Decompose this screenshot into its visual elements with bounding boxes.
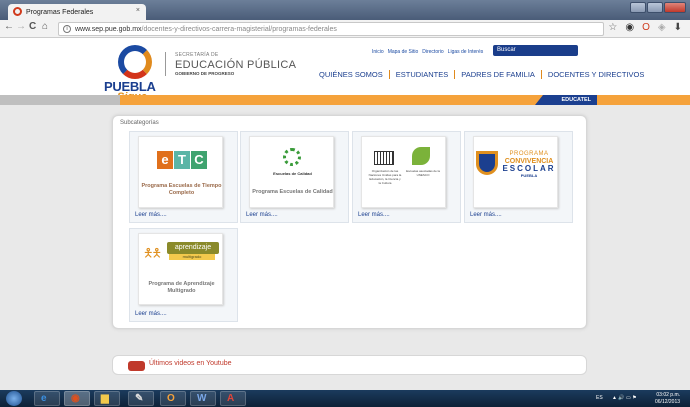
home-icon[interactable]: ⌂ [42, 21, 48, 32]
language-indicator[interactable]: ES [596, 395, 603, 401]
unesco-leaf-icon [412, 147, 430, 165]
chrome-taskbar-icon[interactable]: ◉ [64, 391, 90, 406]
aprendizaje-logo-text: aprendizaje [167, 242, 219, 254]
card-caption: Programa Escuelas de Calidad [252, 189, 333, 195]
tab-close-icon[interactable]: × [136, 7, 140, 14]
clock-time: 03:02 p.m. [656, 392, 681, 398]
url-domain: www.sep.pue.gob.mx [75, 25, 142, 33]
convivencia-logo-text: PROGRAMA CONVIVENCIA ESCOLAR PUEBLA [502, 151, 556, 178]
menu-item-quienes-somos[interactable]: QUIÉNES SOMOS [313, 70, 390, 79]
convivencia-shield-icon [476, 151, 498, 175]
children-figures-icon: 🯅🯅 [143, 246, 162, 260]
main-menu: QUIÉNES SOMOS ESTUDIANTES PADRES DE FAMI… [313, 70, 650, 79]
calidad-logo-icon [283, 148, 301, 166]
card-aprendizaje-multigrado: 🯅🯅 aprendizaje multigrado Programa de Ap… [129, 228, 238, 322]
youtube-icon[interactable] [128, 361, 145, 371]
explorer-taskbar-icon[interactable]: ▆ [94, 391, 120, 406]
puebla-logo-icon[interactable] [118, 45, 152, 79]
extension-icon[interactable]: ◉ [625, 22, 634, 33]
close-window-button[interactable] [664, 2, 686, 13]
read-more-link[interactable]: Leer más.... [135, 212, 167, 218]
card-unesco-image[interactable]: Organización de las Naciones Unidas para… [361, 136, 446, 208]
opera-extension-icon[interactable]: O [642, 22, 650, 33]
outlook-taskbar-icon[interactable]: O [160, 391, 186, 406]
url-path: /docentes-y-directivos-carrera-magisteri… [141, 25, 337, 33]
tab-favicon-icon [13, 7, 22, 16]
back-arrow-icon[interactable]: ← [4, 21, 14, 32]
card-escuelas-calidad: Escuelas de Calidad Programa Escuelas de… [240, 131, 349, 223]
gobierno-label: GOBIERNO DE PROGRESO [175, 71, 235, 76]
etc-logo-icon: e T C [157, 151, 207, 169]
shield-extension-icon[interactable]: ◈ [658, 22, 666, 33]
menu-item-docentes[interactable]: DOCENTES Y DIRECTIVOS [542, 70, 650, 79]
unesco-org-text: Organización de las Naciones Unidas para… [368, 169, 402, 185]
bookmark-star-icon[interactable]: ☆ [608, 22, 617, 33]
youtube-link[interactable]: Últimos videos en Youtube [149, 360, 232, 367]
card-caption: Programa Escuelas de Tiempo Completo [141, 183, 222, 196]
secretaria-title: EDUCACIÓN PÚBLICA [175, 59, 297, 71]
card-multigrado-image[interactable]: 🯅🯅 aprendizaje multigrado Programa de Ap… [138, 233, 223, 305]
word-taskbar-icon[interactable]: W [190, 391, 216, 406]
forward-arrow-icon[interactable]: → [16, 21, 26, 32]
unesco-schools-text: Escuelas asociadas de la UNESCO [406, 169, 440, 177]
header-divider [165, 52, 166, 76]
calidad-logo-text: Escuelas de Calidad [273, 171, 312, 176]
read-more-link[interactable]: Leer más.... [246, 212, 278, 218]
reload-icon[interactable]: C [29, 21, 36, 32]
subcategories-heading: Subcategorías [120, 120, 159, 126]
top-link-ligas[interactable]: Ligas de Interés [448, 49, 484, 55]
card-tiempo-completo: e T C Programa Escuelas de Tiempo Comple… [129, 131, 238, 223]
top-link-mapa[interactable]: Mapa de Sitio [388, 49, 419, 55]
download-extension-icon[interactable]: ⬇ [674, 22, 682, 33]
browser-tab[interactable]: Programas Federales × [8, 4, 146, 20]
educatel-link[interactable]: EDUCATEL [535, 95, 597, 105]
card-convivencia-image[interactable]: PROGRAMA CONVIVENCIA ESCOLAR PUEBLA [473, 136, 558, 208]
minimize-button[interactable] [630, 2, 646, 13]
info-icon[interactable]: i [63, 25, 71, 33]
ie-taskbar-icon[interactable]: e [34, 391, 60, 406]
start-button-icon[interactable] [6, 391, 22, 406]
unesco-temple-icon [374, 151, 394, 165]
top-links: Inicio Mapa de Sitio Directorio Ligas de… [372, 49, 483, 55]
menu-item-estudiantes[interactable]: ESTUDIANTES [390, 70, 456, 79]
paint-taskbar-icon[interactable]: ✎ [128, 391, 154, 406]
extensions-area: ☆ ◉ O ◈ ⬇ [608, 22, 682, 33]
card-convivencia-escolar: PROGRAMA CONVIVENCIA ESCOLAR PUEBLA Leer… [464, 131, 573, 223]
multigrado-logo-text: multigrado [169, 254, 215, 260]
read-more-link[interactable]: Leer más.... [358, 212, 390, 218]
secretaria-label: SECRETARÍA DE [175, 52, 219, 58]
window-controls [630, 2, 686, 13]
maximize-button[interactable] [647, 2, 663, 13]
card-tiempo-completo-image[interactable]: e T C Programa Escuelas de Tiempo Comple… [138, 136, 223, 208]
grey-band [0, 95, 120, 105]
search-input[interactable]: Buscar [493, 45, 578, 56]
card-unesco: Organización de las Naciones Unidas para… [352, 131, 461, 223]
card-caption: Programa de Aprendizaje Multigrado [148, 281, 215, 294]
acrobat-taskbar-icon[interactable]: A [220, 391, 246, 406]
top-link-inicio[interactable]: Inicio [372, 49, 384, 55]
address-bar[interactable]: i www.sep.pue.gob.mx/docentes-y-directiv… [58, 22, 604, 36]
tab-title: Programas Federales [26, 8, 94, 16]
tray-icons[interactable]: ▲ 🔊 ▭ ⚑ [612, 395, 637, 401]
top-link-directorio[interactable]: Directorio [422, 49, 443, 55]
read-more-link[interactable]: Leer más.... [470, 212, 502, 218]
clock-date: 06/12/2013 [655, 399, 681, 405]
system-clock[interactable]: 03:02 p.m. 06/12/2013 [655, 392, 680, 406]
read-more-link[interactable]: Leer más.... [135, 311, 167, 317]
card-escuelas-calidad-image[interactable]: Escuelas de Calidad Programa Escuelas de… [249, 136, 334, 208]
menu-item-padres[interactable]: PADRES DE FAMILIA [455, 70, 542, 79]
